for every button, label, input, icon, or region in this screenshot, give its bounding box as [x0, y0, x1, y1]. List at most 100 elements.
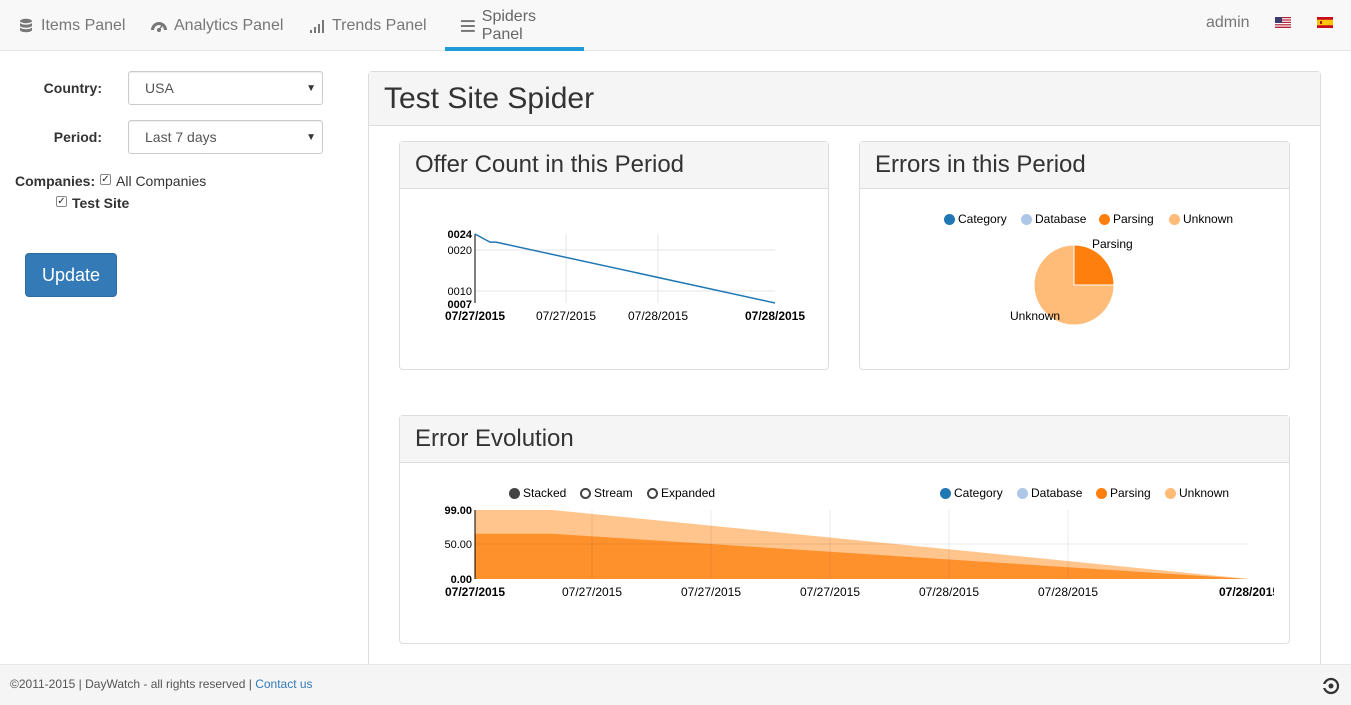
mode-stacked[interactable]: Stacked — [509, 486, 566, 500]
contact-link[interactable]: Contact us — [255, 677, 312, 691]
pie-slice-parsing[interactable] — [1073, 244, 1115, 286]
legend-label: Category — [958, 212, 1007, 226]
x-tick-label: 07/28/2015 — [628, 309, 688, 323]
tab-items-panel[interactable]: Items Panel — [2, 0, 140, 51]
mode-stream[interactable]: Stream — [580, 486, 633, 500]
legend-label: Database — [1031, 486, 1083, 500]
pie-label-unknown: Unknown — [1010, 309, 1060, 323]
country-select-value: USA — [145, 80, 174, 96]
offer-count-panel: Offer Count in this Period 0024 0020 001… — [399, 141, 829, 370]
tab-analytics-panel[interactable]: Analytics Panel — [135, 0, 298, 51]
caret-down-icon: ▼ — [306, 83, 316, 94]
radio-empty — [580, 487, 591, 499]
test-site-label: Test Site — [72, 195, 130, 211]
x-tick-label: 07/27/2015 — [681, 585, 741, 599]
legend-label: Parsing — [1113, 212, 1154, 226]
tab-trends-panel[interactable]: Trends Panel — [293, 0, 442, 51]
tab-label: Trends Panel — [332, 16, 427, 34]
legend-label: Category — [954, 486, 1003, 500]
tab-spiders-panel[interactable]: Spiders Panel — [445, 0, 584, 51]
error-evolution-chart: 99.00 50.00 0.00 07/27/2015 07/27/2015 0… — [444, 505, 1289, 599]
legend-category[interactable]: Category — [940, 486, 1003, 500]
legend-dot — [940, 487, 951, 499]
errors-pie-chart: Parsing Unknown — [1010, 237, 1133, 326]
legend-dot — [1021, 213, 1032, 225]
caret-down-icon: ▼ — [306, 132, 316, 143]
mode-label: Expanded — [661, 486, 716, 500]
radio-filled — [509, 487, 520, 499]
signal-bars-icon — [310, 19, 324, 33]
errors-title: Errors in this Period — [860, 142, 1289, 189]
y-tick-label: 50.00 — [444, 539, 472, 551]
x-tick-label: 07/27/2015 — [562, 585, 622, 599]
database-icon — [20, 18, 32, 32]
legend-database[interactable]: Database — [1017, 486, 1082, 500]
legend-category[interactable]: Category — [944, 212, 1007, 226]
x-tick-label: 07/28/2015 — [745, 309, 805, 323]
offer-count-line — [474, 233, 776, 304]
x-tick-label: 07/27/2015 — [445, 309, 505, 323]
area-parsing — [475, 533, 1249, 579]
country-label: Country: — [43, 80, 102, 96]
offer-line-group — [474, 233, 776, 304]
copyright-text: ©2011-2015 | DayWatch - all rights reser… — [10, 677, 256, 691]
y-tick-label: 0024 — [448, 229, 473, 241]
test-site-checkbox[interactable]: ✓ — [56, 196, 67, 207]
mode-label: Stacked — [523, 486, 567, 500]
offer-count-title: Offer Count in this Period — [400, 142, 828, 189]
period-select-value: Last 7 days — [145, 129, 217, 145]
legend-parsing[interactable]: Parsing — [1099, 212, 1154, 226]
companies-label: Companies: — [15, 173, 96, 189]
mode-expanded[interactable]: Expanded — [647, 486, 715, 500]
error-evolution-panel: Error Evolution Stacked Stream Expanded … — [399, 415, 1290, 644]
legend-unknown[interactable]: Unknown — [1169, 212, 1233, 226]
us-flag-icon[interactable] — [1275, 17, 1291, 28]
dashboard-icon — [151, 21, 167, 32]
pie-label-parsing: Parsing — [1092, 237, 1133, 251]
legend-unknown[interactable]: Unknown — [1165, 486, 1229, 500]
legend-dot — [1169, 213, 1180, 225]
legend-dot — [944, 213, 955, 225]
x-tick-label: 07/27/2015 — [800, 585, 860, 599]
legend-dot — [1099, 213, 1110, 225]
all-companies-label: All Companies — [116, 173, 207, 189]
y-tick-label: 0010 — [448, 286, 472, 298]
tab-label: Analytics Panel — [174, 16, 284, 34]
legend-dot — [1096, 487, 1107, 499]
user-menu[interactable]: admin — [1206, 0, 1250, 46]
footer: ©2011-2015 | DayWatch - all rights reser… — [0, 664, 1351, 705]
country-select[interactable]: USA ▼ — [128, 71, 323, 105]
update-button[interactable]: Update — [25, 253, 117, 297]
x-tick-label: 07/28/2015 — [919, 585, 979, 599]
tab-label: Items Panel — [41, 16, 126, 34]
tab-label: Spiders Panel — [481, 7, 537, 43]
legend-label: Parsing — [1110, 486, 1151, 500]
x-tick-label: 07/27/2015 — [445, 585, 505, 599]
legend-dot — [1165, 487, 1176, 499]
period-label: Period: — [53, 129, 102, 145]
top-navbar: Items Panel Analytics Panel Trends Panel… — [0, 0, 1351, 51]
legend-dot — [1017, 487, 1028, 499]
x-tick-label: 07/27/2015 — [536, 309, 596, 323]
legend-label: Unknown — [1183, 212, 1234, 226]
y-tick-label: 0020 — [448, 245, 472, 257]
errors-panel: Errors in this Period Category Database … — [859, 141, 1290, 370]
mode-label: Stream — [594, 486, 633, 500]
daywatch-logo-icon — [1322, 677, 1340, 695]
spider-panel: Test Site Spider Offer Count in this Per… — [368, 71, 1321, 671]
offer-count-chart: 0024 0020 0010 0007 07/27/2015 07/27/201… — [445, 229, 805, 323]
all-companies-checkbox[interactable]: ✓ — [100, 174, 111, 185]
legend-parsing[interactable]: Parsing — [1096, 486, 1151, 500]
legend-label: Unknown — [1179, 486, 1230, 500]
period-select[interactable]: Last 7 days ▼ — [128, 120, 323, 154]
list-icon — [460, 19, 475, 32]
page-title: Test Site Spider — [369, 72, 1320, 126]
legend-label: Database — [1035, 212, 1087, 226]
es-flag-icon[interactable] — [1317, 17, 1333, 28]
legend-database[interactable]: Database — [1021, 212, 1086, 226]
radio-empty — [647, 487, 658, 499]
x-tick-label: 07/28/2015 — [1219, 585, 1279, 599]
clip-mask — [1274, 584, 1289, 599]
username: admin — [1206, 14, 1250, 31]
footer-text: ©2011-2015 | DayWatch - all rights reser… — [10, 677, 313, 691]
